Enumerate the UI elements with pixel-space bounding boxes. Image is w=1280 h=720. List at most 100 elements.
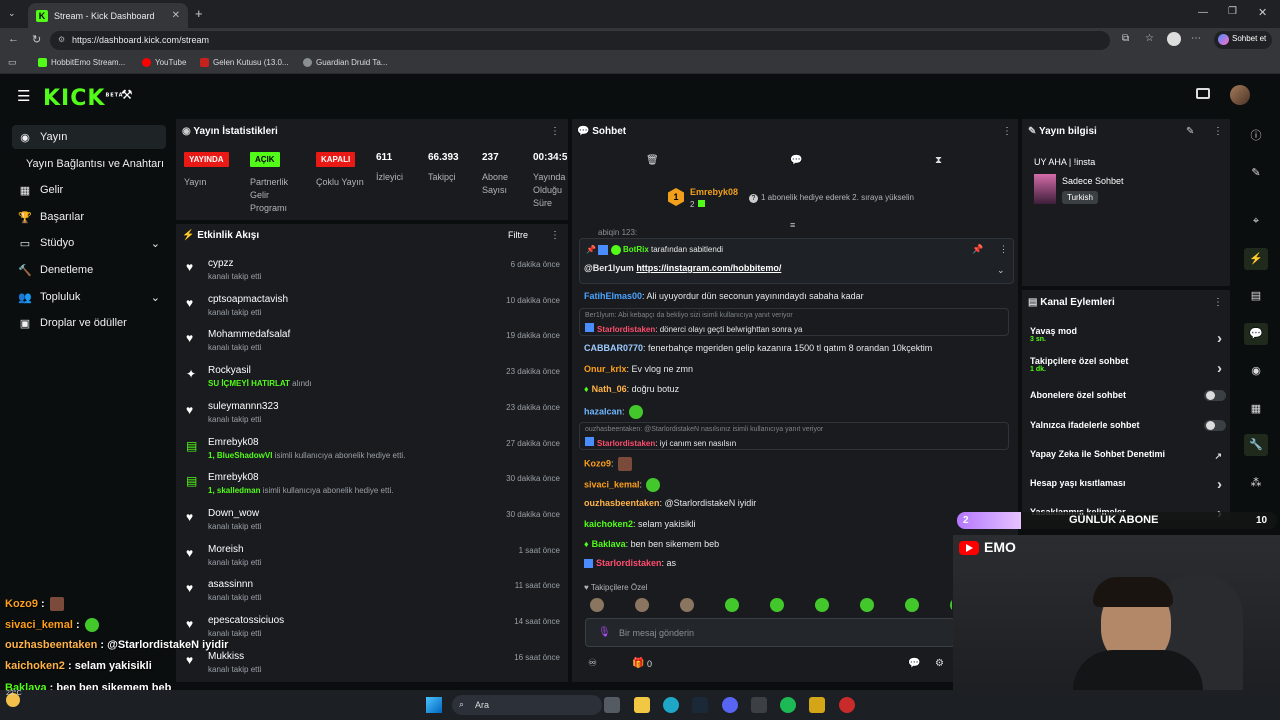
chat-message[interactable]: Kozo9: [584, 457, 632, 471]
channel-points-icon[interactable]: ♾ [588, 658, 597, 669]
close-tab-icon[interactable]: ✕ [172, 10, 180, 21]
activity-item[interactable]: ♥ epescatossiciuos kanalı takip etti 14 saa… [186, 615, 560, 651]
chat-message[interactable]: ♦ Nath_06: doğru botuz [584, 384, 679, 394]
windows-start-icon[interactable] [426, 697, 442, 713]
stats-more-icon[interactable]: ⋮ [550, 126, 560, 137]
reading-list-icon[interactable]: ▭ [8, 57, 17, 68]
activity-item[interactable]: ♥ suleymannn323 kanalı takip etti 23 dakika… [186, 401, 560, 437]
sidebar-item-stream-key[interactable]: Yayın Bağlantısı ve Anahtarı [20, 152, 176, 176]
info-icon[interactable]: ⓘ [1244, 125, 1268, 147]
sidebar-item-yayin[interactable]: ◉ Yayın [12, 125, 166, 149]
bookmark-guardian-druid[interactable]: Guardian Druid Ta... [303, 58, 387, 67]
activity-username[interactable]: Mukkiss [208, 651, 244, 662]
chat-message[interactable]: CABBAR0770: fenerbahçe mgeriden gelip ka… [584, 343, 932, 353]
chat-username[interactable]: hazalcan [584, 406, 622, 416]
activity-item[interactable]: ✦ Rockyasil SU İÇMEYİ HATIRLAT alındı 23 da… [186, 365, 560, 401]
file-explorer-icon[interactable] [634, 697, 650, 713]
activity-item[interactable]: ♥ cypzz kanalı takip etti 6 dakika önce [186, 258, 560, 294]
edge-icon[interactable] [663, 697, 679, 713]
broadcast-icon[interactable]: ◉ [1244, 360, 1268, 382]
chat-message[interactable]: ♦ Baklava: ben ben sikemem beb [584, 539, 719, 549]
activity-username[interactable]: Down_wow [208, 508, 259, 519]
discord-icon[interactable] [722, 697, 738, 713]
sidebar-item-gelir[interactable]: ▦ Gelir [12, 178, 166, 202]
recent-emote-icon[interactable] [635, 598, 649, 612]
recent-emote-icon[interactable] [860, 598, 874, 612]
recent-emote-icon[interactable] [590, 598, 604, 612]
activity-username[interactable]: Emrebyk08 [208, 437, 259, 448]
chat-username[interactable]: Onur_krlx [584, 364, 627, 374]
activity-username[interactable]: cypzz [208, 258, 234, 269]
stream-info-more-icon[interactable]: ⋮ [1213, 126, 1223, 137]
activity-username[interactable]: epescatossiciuos [208, 615, 284, 626]
chat-input[interactable]: 🎙 Bir mesaj gönderin [585, 618, 955, 647]
chat-username[interactable]: CABBAR0770 [584, 343, 643, 353]
chat-message[interactable]: FatihElmas00: Ali uyuyordur dün seconun … [584, 291, 864, 301]
channel-action-item[interactable]: Yalnızca ifadelerle sohbet [1030, 420, 1226, 431]
chat-message[interactable]: Onur_krlx: Ev vlog ne zmn [584, 364, 693, 374]
recent-emote-icon[interactable] [815, 598, 829, 612]
recent-emote-icon[interactable] [905, 598, 919, 612]
edit-icon[interactable]: ✎ [1244, 162, 1268, 184]
steam-icon[interactable] [692, 697, 708, 713]
copilot-button[interactable]: Sohbet et [1214, 31, 1273, 49]
channel-actions-more-icon[interactable]: ⋮ [1213, 297, 1223, 308]
activity-username[interactable]: Mohammedafsalaf [208, 329, 290, 340]
message-icon[interactable]: 💬 [790, 155, 802, 166]
spotify-icon[interactable] [780, 697, 796, 713]
more-menu-icon[interactable]: ⋯ [1191, 33, 1201, 44]
extensions-icon[interactable]: ⧉ [1122, 33, 1129, 44]
pinned-more-icon[interactable]: ⋮ [999, 244, 1008, 255]
activity-item[interactable]: ♥ Mukkiss kanalı takip etti 16 saat önce [186, 651, 560, 687]
document-icon[interactable]: ▤ [1244, 285, 1268, 307]
recent-emote-icon[interactable] [680, 598, 694, 612]
channel-action-item[interactable]: Abonelere özel sohbet [1030, 390, 1226, 401]
activity-username[interactable]: Rockyasil [208, 365, 251, 376]
kick-logo[interactable]: KICKBETA [43, 86, 124, 111]
activity-item[interactable]: ♥ cptsoapmactavish kanalı takip etti 10 dak… [186, 294, 560, 330]
chat-message[interactable]: ouzhasbeentaken: @StarlordistakeN iyidir [584, 498, 756, 508]
target-icon[interactable]: ⌖ [1244, 210, 1268, 232]
chat-username[interactable]: Starlordistaken [597, 439, 655, 448]
chat-username[interactable]: sivaci_kemal [584, 479, 640, 489]
chat-message[interactable]: kaichoken2: selam yakisikli [584, 519, 696, 529]
channel-action-item[interactable]: Yapay Zeka ile Sohbet Denetimi ↗ [1030, 449, 1226, 461]
reload-icon[interactable]: ↻ [32, 33, 41, 46]
chat-message[interactable]: Starlordistaken: as [584, 558, 676, 569]
tab-kick-dashboard[interactable]: K Stream - Kick Dashboard ✕ [28, 3, 188, 28]
sidebar-item-denetleme[interactable]: 🔨 Denetleme [12, 258, 166, 282]
sidebar-item-topluluk[interactable]: 👥 Topluluk ⌄ [12, 285, 166, 309]
category-name[interactable]: Sadece Sohbet [1062, 176, 1124, 186]
chat-icon[interactable]: 💬 [1244, 323, 1268, 345]
url-field[interactable]: ⚙ https://dashboard.kick.com/stream [50, 31, 1110, 50]
activity-more-icon[interactable]: ⋮ [550, 230, 560, 241]
recent-emote-icon[interactable] [725, 598, 739, 612]
trash-icon[interactable]: 🗑 [646, 155, 659, 166]
panels-icon[interactable]: ▦ [1244, 398, 1268, 420]
app-r-icon[interactable] [809, 697, 825, 713]
toggle-switch[interactable] [1204, 420, 1226, 431]
activity-username[interactable]: cptsoapmactavish [208, 294, 288, 305]
unpin-icon[interactable]: 📌 [972, 244, 983, 255]
dashboard-layout-icon[interactable] [1196, 88, 1210, 99]
chat-username[interactable]: ouzhasbeentaken [584, 498, 660, 508]
profile-avatar[interactable] [1167, 32, 1181, 46]
new-tab-icon[interactable]: + [195, 6, 203, 21]
emote-picker-icon[interactable]: 💬 [908, 658, 920, 669]
back-icon[interactable]: ← [8, 33, 19, 45]
obs-icon[interactable] [751, 697, 767, 713]
community-icon[interactable]: ⁂ [1244, 472, 1268, 494]
bookmark-inbox[interactable]: Gelen Kutusu (13.0... [200, 58, 289, 67]
hourglass-icon[interactable]: ⧗ [935, 155, 942, 166]
chat-username[interactable]: kaichoken2 [584, 519, 633, 529]
bookmark-hobbitemo[interactable]: HobbitEmo Stream... [38, 58, 125, 67]
site-info-icon[interactable]: ⚙ [58, 35, 65, 44]
chevron-down-icon[interactable]: ⌄ [997, 265, 1005, 276]
wrench-icon[interactable]: 🔧 [1244, 434, 1268, 456]
minimize-icon[interactable]: — [1198, 7, 1208, 18]
favorites-icon[interactable]: ☆ [1145, 33, 1154, 44]
microphone-icon[interactable]: 🎙 [598, 627, 611, 638]
activity-username[interactable]: suleymannn323 [208, 401, 279, 412]
close-window-icon[interactable]: ✕ [1258, 6, 1267, 19]
chat-username[interactable]: Starlordistaken [597, 325, 655, 334]
